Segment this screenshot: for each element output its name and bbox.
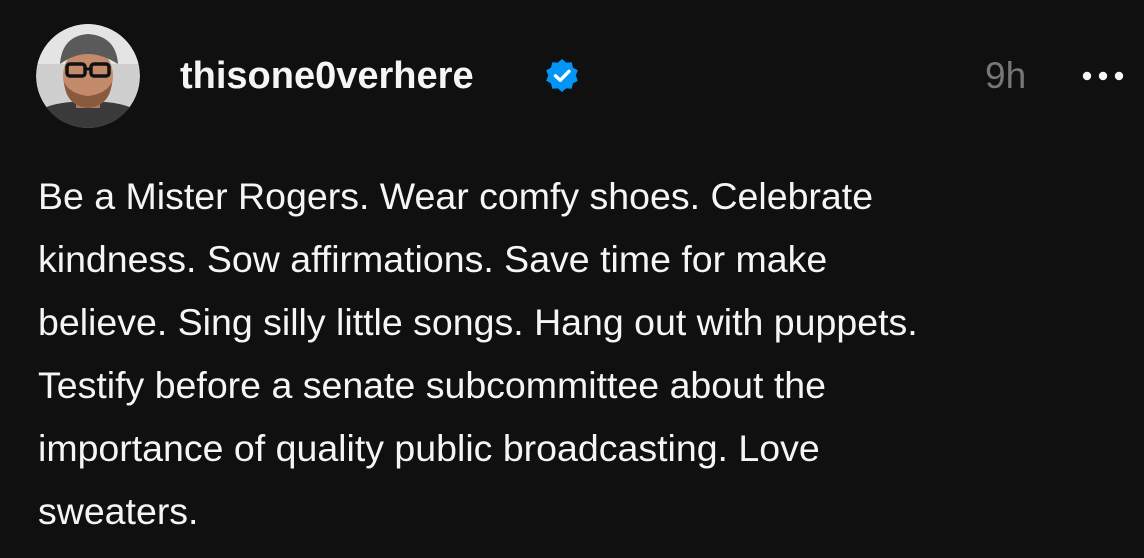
post-text-line: importance of quality public broadcastin… xyxy=(38,427,820,469)
post-text-line: believe. Sing silly little songs. Hang o… xyxy=(38,301,918,343)
post-text-line: Testify before a senate subcommittee abo… xyxy=(38,364,826,406)
verified-badge-icon xyxy=(546,59,578,92)
post-text-line: kindness. Sow affirmations. Save time fo… xyxy=(38,238,828,280)
thread-post: thisone0verhere 9h Be a Mister Rogers. W… xyxy=(0,0,1144,558)
more-options-icon[interactable] xyxy=(1080,64,1126,88)
post-body-text: Be a Mister Rogers. Wear comfy shoes. Ce… xyxy=(38,165,1138,543)
author-avatar[interactable] xyxy=(36,24,140,128)
author-username[interactable]: thisone0verhere xyxy=(180,52,474,100)
profile-photo-icon xyxy=(36,24,140,128)
post-text-line: sweaters. xyxy=(38,490,199,532)
post-text-line: Be a Mister Rogers. Wear comfy shoes. Ce… xyxy=(38,175,874,217)
post-timestamp: 9h xyxy=(985,55,1027,96)
